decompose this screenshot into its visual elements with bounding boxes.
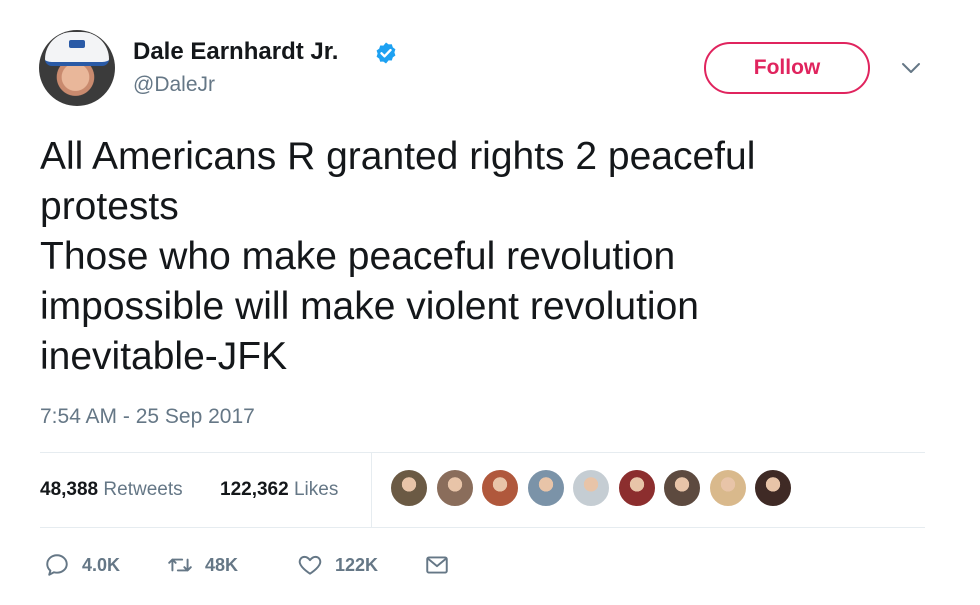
divider-top [40, 452, 925, 453]
liker-avatar[interactable] [572, 469, 610, 507]
retweets-count: 48,388 [40, 479, 99, 500]
avatar-cap [45, 32, 109, 66]
tweet-timestamp[interactable]: 7:54 AM - 25 Sep 2017 [40, 405, 255, 429]
avatar-cap-logo [69, 40, 85, 48]
liker-avatar[interactable] [435, 469, 474, 507]
retweets-label: Retweets [103, 479, 183, 500]
stats-divider [371, 453, 372, 527]
retweet-button[interactable]: 48K [167, 551, 238, 579]
like-button[interactable]: 122K [297, 551, 378, 579]
reply-button[interactable]: 4.0K [44, 551, 120, 579]
liker-avatar[interactable] [390, 469, 428, 507]
like-count: 122K [335, 554, 379, 575]
reply-count: 4.0K [82, 554, 121, 575]
retweet-icon [168, 558, 192, 572]
retweet-count: 48K [205, 554, 239, 575]
liker-avatar[interactable] [481, 469, 519, 507]
follow-button[interactable]: Follow [704, 42, 870, 94]
likes-stat[interactable]: 122,362 Likes [220, 479, 338, 501]
tweet-text: All Americans R granted rights 2 peacefu… [40, 135, 756, 378]
liker-avatar[interactable] [754, 469, 792, 507]
author-handle[interactable]: @DaleJr [133, 73, 215, 97]
direct-message-button[interactable] [424, 551, 450, 579]
heart-icon [298, 555, 322, 575]
liker-avatar[interactable] [526, 469, 565, 507]
envelope-icon [426, 556, 448, 574]
liker-avatar[interactable] [663, 469, 701, 507]
chevron-down-icon[interactable] [900, 60, 922, 76]
divider-bottom [40, 527, 925, 528]
retweets-stat[interactable]: 48,388 Retweets [40, 479, 183, 501]
likes-count: 122,362 [220, 479, 289, 500]
likes-label: Likes [293, 479, 339, 500]
liker-avatar[interactable] [708, 469, 747, 507]
reply-icon [46, 554, 68, 576]
verified-badge-icon [376, 42, 396, 64]
author-avatar[interactable] [39, 30, 115, 106]
liker-avatar[interactable] [617, 469, 656, 507]
author-name[interactable]: Dale Earnhardt Jr. [133, 38, 338, 66]
